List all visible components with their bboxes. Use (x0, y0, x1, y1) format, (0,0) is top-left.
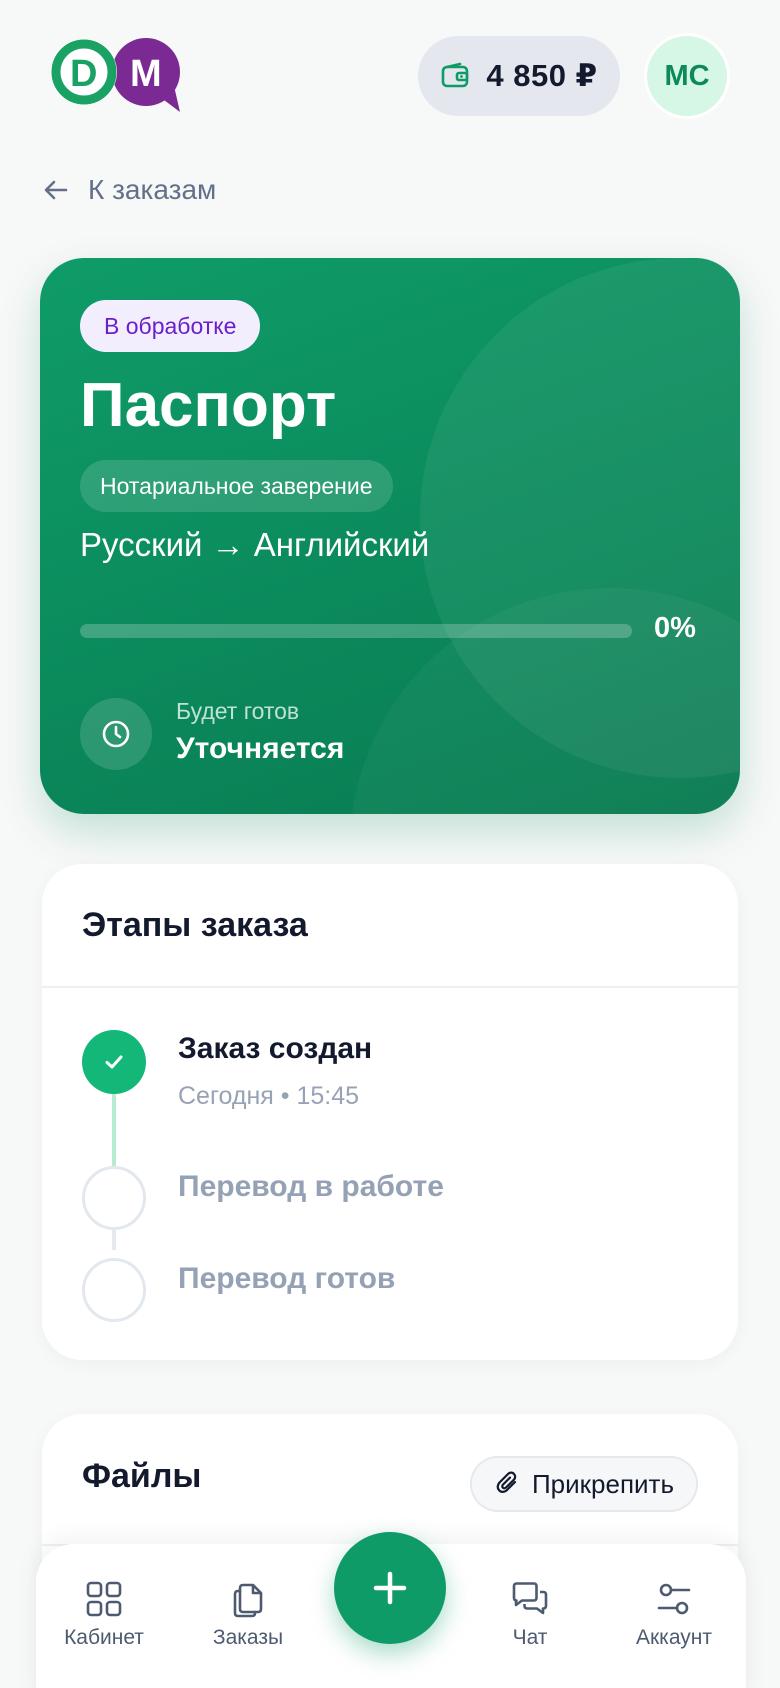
step-title: Перевод в работе (178, 1170, 444, 1203)
logo-d-mark: D (51, 39, 117, 105)
arrow-left-icon (44, 180, 68, 200)
steps-title: Этапы заказа (82, 905, 308, 944)
balance-button[interactable]: 4 850 ₽ (418, 36, 620, 116)
paperclip-icon (496, 1471, 517, 1493)
grid-icon (86, 1581, 122, 1617)
back-label: К заказам (88, 174, 217, 205)
nav-label: Аккаунт (635, 1626, 712, 1649)
step-time: Сегодня • 15:45 (178, 1082, 360, 1110)
nav-label: Кабинет (64, 1626, 144, 1649)
eta-icon-wrap (80, 698, 152, 770)
attach-label: Прикрепить (531, 1468, 675, 1499)
order-summary-card: В обработке Паспорт Нотариальное заверен… (40, 258, 740, 814)
language-pair: Русский → Английский (80, 526, 430, 563)
nav-label: Чат (512, 1626, 548, 1649)
svg-text:M: M (130, 53, 162, 95)
nav-item-chat[interactable]: Чат (470, 1580, 590, 1650)
steps-header: Этапы заказа (42, 864, 738, 988)
files-title: Файлы (82, 1456, 202, 1495)
progress-percent: 0% (654, 612, 696, 644)
step-title: Заказ создан (178, 1032, 373, 1065)
attach-file-button[interactable]: Прикрепить (470, 1456, 698, 1512)
order-steps-card: Этапы заказа Заказ создан Сегодня • 15:4… (42, 864, 738, 1360)
documents-icon (233, 1583, 263, 1618)
avatar[interactable]: МС (644, 33, 730, 119)
logo[interactable]: M D (46, 34, 196, 118)
step-title: Перевод готов (178, 1262, 396, 1295)
step-pending-marker (82, 1166, 146, 1230)
nav-label: Заказы (212, 1626, 284, 1649)
wallet-icon (442, 62, 469, 88)
document-title: Паспорт (80, 371, 337, 440)
check-icon (105, 1055, 123, 1069)
eta-caption: Будет готов (176, 698, 300, 724)
nav-item-cabinet[interactable]: Кабинет (44, 1580, 164, 1650)
plus-icon (373, 1571, 407, 1605)
nav-item-account[interactable]: Аккаунт (614, 1580, 734, 1650)
chat-icon (512, 1582, 548, 1615)
service-badge: Нотариальное заверение (80, 460, 393, 512)
logo-m-mark: M (112, 38, 180, 112)
svg-text:D: D (70, 53, 97, 95)
balance-amount: 4 850 ₽ (486, 58, 598, 93)
sliders-icon (657, 1583, 691, 1615)
eta-value: Уточняется (176, 732, 345, 765)
nav-item-orders[interactable]: Заказы (188, 1580, 308, 1650)
clock-icon (102, 720, 130, 748)
progress-bar (80, 624, 632, 638)
new-order-button[interactable] (334, 1532, 446, 1644)
back-to-orders-link[interactable]: К заказам (42, 170, 216, 210)
step-pending-marker (82, 1258, 146, 1322)
app-header: M D 4 850 ₽ МС (0, 0, 780, 150)
step-done-marker (82, 1030, 146, 1094)
status-badge: В обработке (80, 300, 261, 352)
